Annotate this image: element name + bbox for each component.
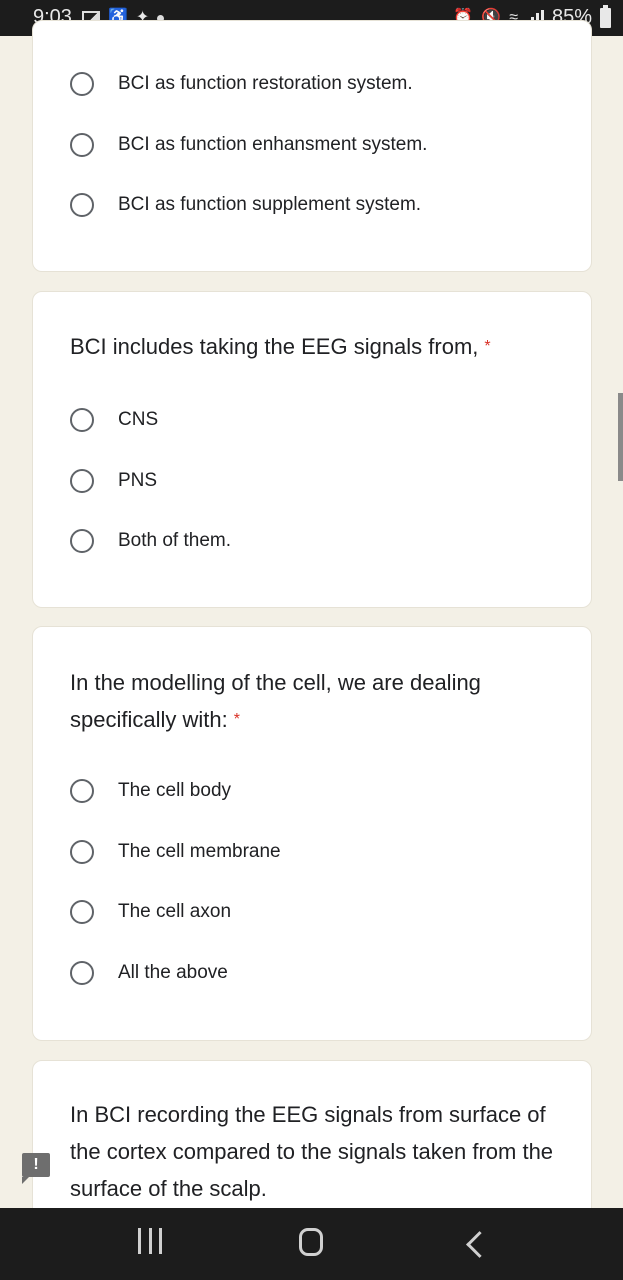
back-icon[interactable] (466, 1231, 493, 1258)
option-label: PNS (118, 470, 158, 491)
option-cell-membrane[interactable]: The cell membrane (70, 837, 281, 867)
recents-icon[interactable] (138, 1228, 162, 1258)
feedback-icon[interactable]: ! (22, 1153, 50, 1184)
radio-button[interactable] (70, 193, 94, 217)
question-text: In BCI recording the EEG signals from su… (70, 1102, 554, 1201)
question-text: BCI includes taking the EEG signals from… (70, 334, 479, 359)
question-card-2: BCI includes taking the EEG signals from… (32, 291, 592, 608)
radio-button[interactable] (70, 840, 94, 864)
question-title: In the modelling of the cell, we are dea… (70, 664, 550, 738)
option-both[interactable]: Both of them. (70, 526, 231, 556)
option-cell-body[interactable]: The cell body (70, 776, 231, 806)
radio-button[interactable] (70, 779, 94, 803)
option-restoration[interactable]: BCI as function restoration system. (70, 69, 413, 99)
radio-button[interactable] (70, 529, 94, 553)
radio-button[interactable] (70, 133, 94, 157)
scrollbar-thumb[interactable] (618, 393, 623, 481)
question-text: In the modelling of the cell, we are dea… (70, 670, 481, 732)
option-label: The cell axon (118, 901, 232, 922)
option-label: The cell body (118, 780, 232, 801)
radio-button[interactable] (70, 469, 94, 493)
option-enhansment[interactable]: BCI as function enhansment system. (70, 130, 427, 160)
option-all-above[interactable]: All the above (70, 958, 228, 988)
radio-button[interactable] (70, 961, 94, 985)
option-supplement[interactable]: BCI as function supplement system. (70, 190, 421, 220)
option-label: BCI as function supplement system. (118, 194, 422, 215)
option-label: Both of them. (118, 530, 232, 551)
question-title: BCI includes taking the EEG signals from… (70, 328, 570, 365)
battery-icon (600, 4, 611, 28)
question-card-1: BCI as function restoration system. BCI … (32, 20, 592, 272)
radio-button[interactable] (70, 408, 94, 432)
question-title: In BCI recording the EEG signals from su… (70, 1096, 560, 1207)
option-label: CNS (118, 409, 159, 430)
radio-button[interactable] (70, 72, 94, 96)
radio-button[interactable] (70, 900, 94, 924)
home-icon[interactable] (299, 1228, 323, 1256)
option-label: BCI as function restoration system. (118, 73, 413, 94)
option-label: BCI as function enhansment system. (118, 134, 428, 155)
option-label: The cell membrane (118, 841, 281, 862)
option-cns[interactable]: CNS (70, 405, 158, 435)
option-pns[interactable]: PNS (70, 466, 157, 496)
option-label: All the above (118, 962, 228, 983)
option-cell-axon[interactable]: The cell axon (70, 897, 231, 927)
question-card-3: In the modelling of the cell, we are dea… (32, 626, 592, 1041)
navigation-bar (0, 1208, 623, 1280)
required-asterisk: * (484, 338, 491, 355)
required-asterisk: * (233, 711, 240, 728)
